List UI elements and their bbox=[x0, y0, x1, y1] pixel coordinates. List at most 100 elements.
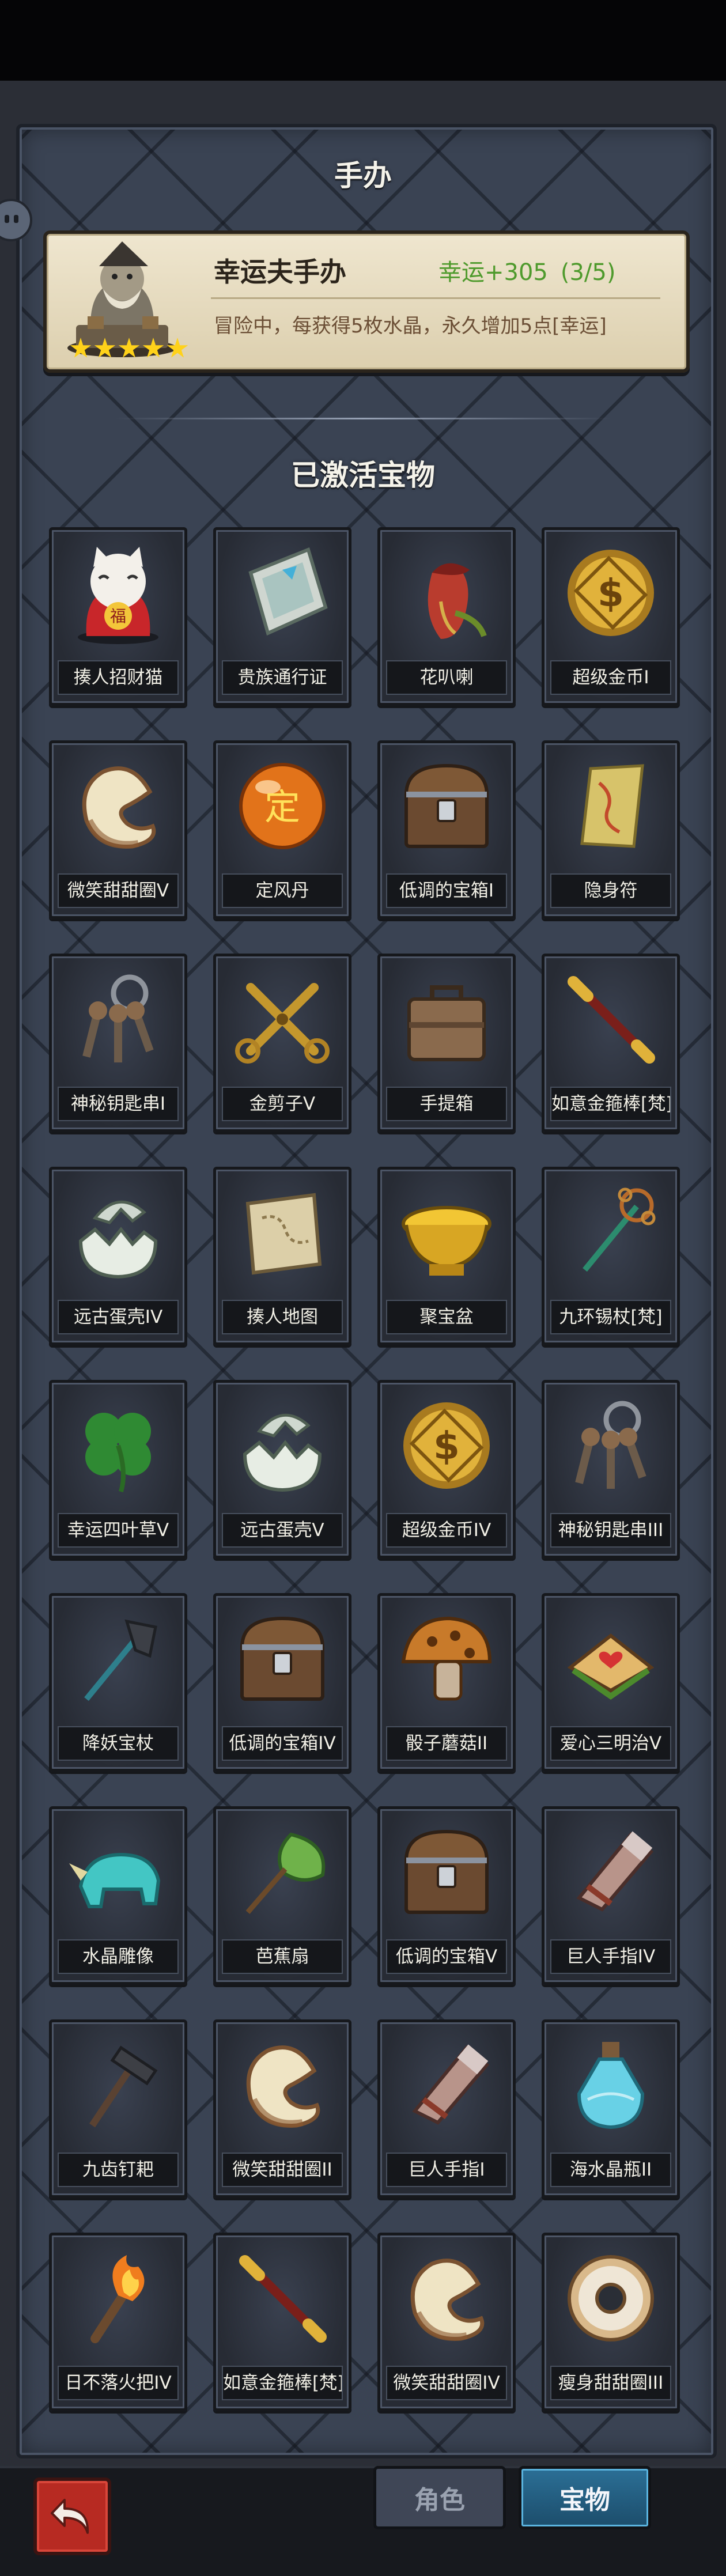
banana-fan-icon bbox=[245, 1832, 326, 1914]
treasure-section-title: 已激活宝物 bbox=[291, 459, 435, 492]
treasure-tile[interactable]: 远古蛋壳IV bbox=[49, 1167, 187, 1345]
treasure-chest-icon bbox=[404, 763, 489, 848]
treasure-tile[interactable]: 定定风丹 bbox=[213, 740, 351, 919]
treasure-label: 海水晶瓶II bbox=[550, 2153, 671, 2187]
demon-staff-icon bbox=[84, 1619, 157, 1701]
treasure-label: 低调的宝箱IV bbox=[222, 1726, 343, 1761]
sea-crystal-bottle-icon bbox=[577, 2042, 645, 2129]
treasure-label: 骰子蘑菇II bbox=[386, 1726, 507, 1761]
treasure-tile[interactable]: 低调的宝箱I bbox=[377, 740, 516, 919]
treasure-label: 微笑甜甜圈II bbox=[222, 2153, 343, 2187]
nine-tooth-rake-icon bbox=[89, 2045, 158, 2128]
figurine-stars bbox=[70, 338, 188, 360]
treasure-label: 日不落火把IV bbox=[58, 2366, 179, 2400]
key-ring-icon bbox=[82, 974, 154, 1062]
treasure-tile[interactable]: 日不落火把IV bbox=[49, 2233, 187, 2411]
treasure-tile[interactable]: $ 超级金币IV bbox=[377, 1380, 516, 1559]
giant-finger-icon bbox=[412, 2044, 490, 2125]
golden-staff-icon bbox=[568, 976, 655, 1064]
treasure-tile[interactable]: 聚宝盆 bbox=[377, 1167, 516, 1345]
svg-text:定: 定 bbox=[264, 786, 300, 828]
svg-text:福: 福 bbox=[110, 607, 126, 626]
treasure-label: 如意金箍棒[梵] bbox=[222, 2366, 343, 2400]
treasure-tile[interactable]: 幸运四叶草V bbox=[49, 1380, 187, 1559]
back-arrow-icon bbox=[51, 2499, 89, 2534]
treasure-bowl-icon bbox=[402, 1206, 491, 1276]
treasure-label: 爱心三明治V bbox=[550, 1726, 671, 1761]
star-icon bbox=[70, 338, 92, 358]
svg-text:$: $ bbox=[433, 1424, 460, 1468]
figurine-section-title: 手办 bbox=[334, 159, 392, 192]
suitcase-icon bbox=[407, 985, 486, 1061]
treasure-tile[interactable]: 手提箱 bbox=[377, 954, 516, 1132]
monk-staff-icon bbox=[583, 1187, 656, 1272]
treasure-label: 定风丹 bbox=[222, 873, 343, 908]
treasure-label: 神秘钥匙串III bbox=[550, 1513, 671, 1548]
treasure-tile[interactable]: 福揍人招财猫 bbox=[49, 527, 187, 706]
giant-finger-icon bbox=[576, 1831, 654, 1912]
treasure-tile[interactable]: 金剪子V bbox=[213, 954, 351, 1132]
treasure-tile[interactable]: 微笑甜甜圈IV bbox=[377, 2233, 516, 2411]
treasure-label: 微笑甜甜圈V bbox=[58, 873, 179, 908]
treasure-tile[interactable]: 微笑甜甜圈II bbox=[213, 2019, 351, 2198]
torch-icon bbox=[90, 2255, 145, 2343]
treasure-tile[interactable]: 如意金箍棒[梵] bbox=[542, 954, 680, 1132]
treasure-tile[interactable]: 降妖宝杖 bbox=[49, 1593, 187, 1772]
key-ring-icon bbox=[575, 1401, 646, 1489]
treasure-tile[interactable]: 远古蛋壳V bbox=[213, 1380, 351, 1559]
crystal-rhino-icon bbox=[69, 1852, 161, 1908]
treasure-tile[interactable]: 微笑甜甜圈V bbox=[49, 740, 187, 919]
treasure-label: 花叭喇 bbox=[386, 660, 507, 695]
treasure-tile[interactable]: 九环锡杖[梵] bbox=[542, 1167, 680, 1345]
treasure-tile[interactable]: 揍人地图 bbox=[213, 1167, 351, 1345]
treasure-tile[interactable]: 贵族通行证 bbox=[213, 527, 351, 706]
treasure-label: 揍人招财猫 bbox=[58, 660, 179, 695]
treasure-tile[interactable]: 低调的宝箱V bbox=[377, 1806, 516, 1985]
treasure-label: 如意金箍棒[梵] bbox=[550, 1087, 671, 1121]
treasure-tile[interactable]: 神秘钥匙串III bbox=[542, 1380, 680, 1559]
treasure-tile[interactable]: 水晶雕像 bbox=[49, 1806, 187, 1985]
slim-donut-icon bbox=[568, 2255, 654, 2342]
treasure-label: 巨人手指IV bbox=[550, 1939, 671, 1974]
golden-staff-icon bbox=[239, 2255, 327, 2343]
treasure-tile[interactable]: 骰子蘑菇II bbox=[377, 1593, 516, 1772]
eggshell-icon bbox=[243, 1413, 322, 1492]
top-black-bar bbox=[0, 0, 726, 81]
treasure-tile[interactable]: 芭蕉扇 bbox=[213, 1806, 351, 1985]
treasure-tile[interactable]: 神秘钥匙串I bbox=[49, 954, 187, 1132]
figurine-card[interactable]: 幸运夫手办 幸运+305 (3/5) 冒险中，每获得5枚水晶，永久增加5点[幸运] bbox=[43, 230, 690, 373]
lucky-cat-icon: 福 bbox=[78, 547, 158, 644]
treasure-tile[interactable]: $ 超级金币I bbox=[542, 527, 680, 706]
treasure-label: 九环锡杖[梵] bbox=[550, 1300, 671, 1334]
treasure-tile[interactable]: 低调的宝箱IV bbox=[213, 1593, 351, 1772]
gold-coin-icon: $ bbox=[403, 1402, 490, 1489]
treasure-tile[interactable]: 如意金箍棒[梵] bbox=[213, 2233, 351, 2411]
treasure-label: 低调的宝箱I bbox=[386, 873, 507, 908]
treasure-tile[interactable]: 爱心三明治V bbox=[542, 1593, 680, 1772]
treasure-label: 超级金币IV bbox=[386, 1513, 507, 1548]
gold-coin-icon: $ bbox=[568, 550, 654, 636]
pitcher-plant-icon bbox=[428, 563, 487, 639]
treasure-tile[interactable]: 海水晶瓶II bbox=[542, 2019, 680, 2198]
star-icon bbox=[118, 338, 140, 358]
treasure-tile[interactable]: 花叭喇 bbox=[377, 527, 516, 706]
treasure-label: 金剪子V bbox=[222, 1087, 343, 1121]
smile-donut-icon bbox=[410, 2259, 485, 2341]
treasure-tile[interactable]: 巨人手指I bbox=[377, 2019, 516, 2198]
back-button[interactable] bbox=[33, 2477, 111, 2555]
treasure-label: 远古蛋壳IV bbox=[58, 1300, 179, 1334]
treasure-chest-icon bbox=[240, 1616, 325, 1701]
dice-mushroom-icon bbox=[401, 1616, 492, 1701]
treasure-tile[interactable]: 瘦身甜甜圈III bbox=[542, 2233, 680, 2411]
tab-role[interactable]: 角色 bbox=[373, 2466, 506, 2529]
tab-treasure[interactable]: 宝物 bbox=[519, 2466, 651, 2529]
smile-donut-icon bbox=[82, 766, 156, 849]
eggshell-icon bbox=[78, 1200, 158, 1279]
treasure-tile[interactable]: 九齿钉耙 bbox=[49, 2019, 187, 2198]
figurine-divider bbox=[211, 297, 660, 299]
treasure-tile[interactable]: 隐身符 bbox=[542, 740, 680, 919]
smile-donut-icon bbox=[246, 2045, 320, 2128]
treasure-tile[interactable]: 巨人手指IV bbox=[542, 1806, 680, 1985]
svg-text:$: $ bbox=[598, 571, 624, 615]
treasure-label: 贵族通行证 bbox=[222, 660, 343, 695]
